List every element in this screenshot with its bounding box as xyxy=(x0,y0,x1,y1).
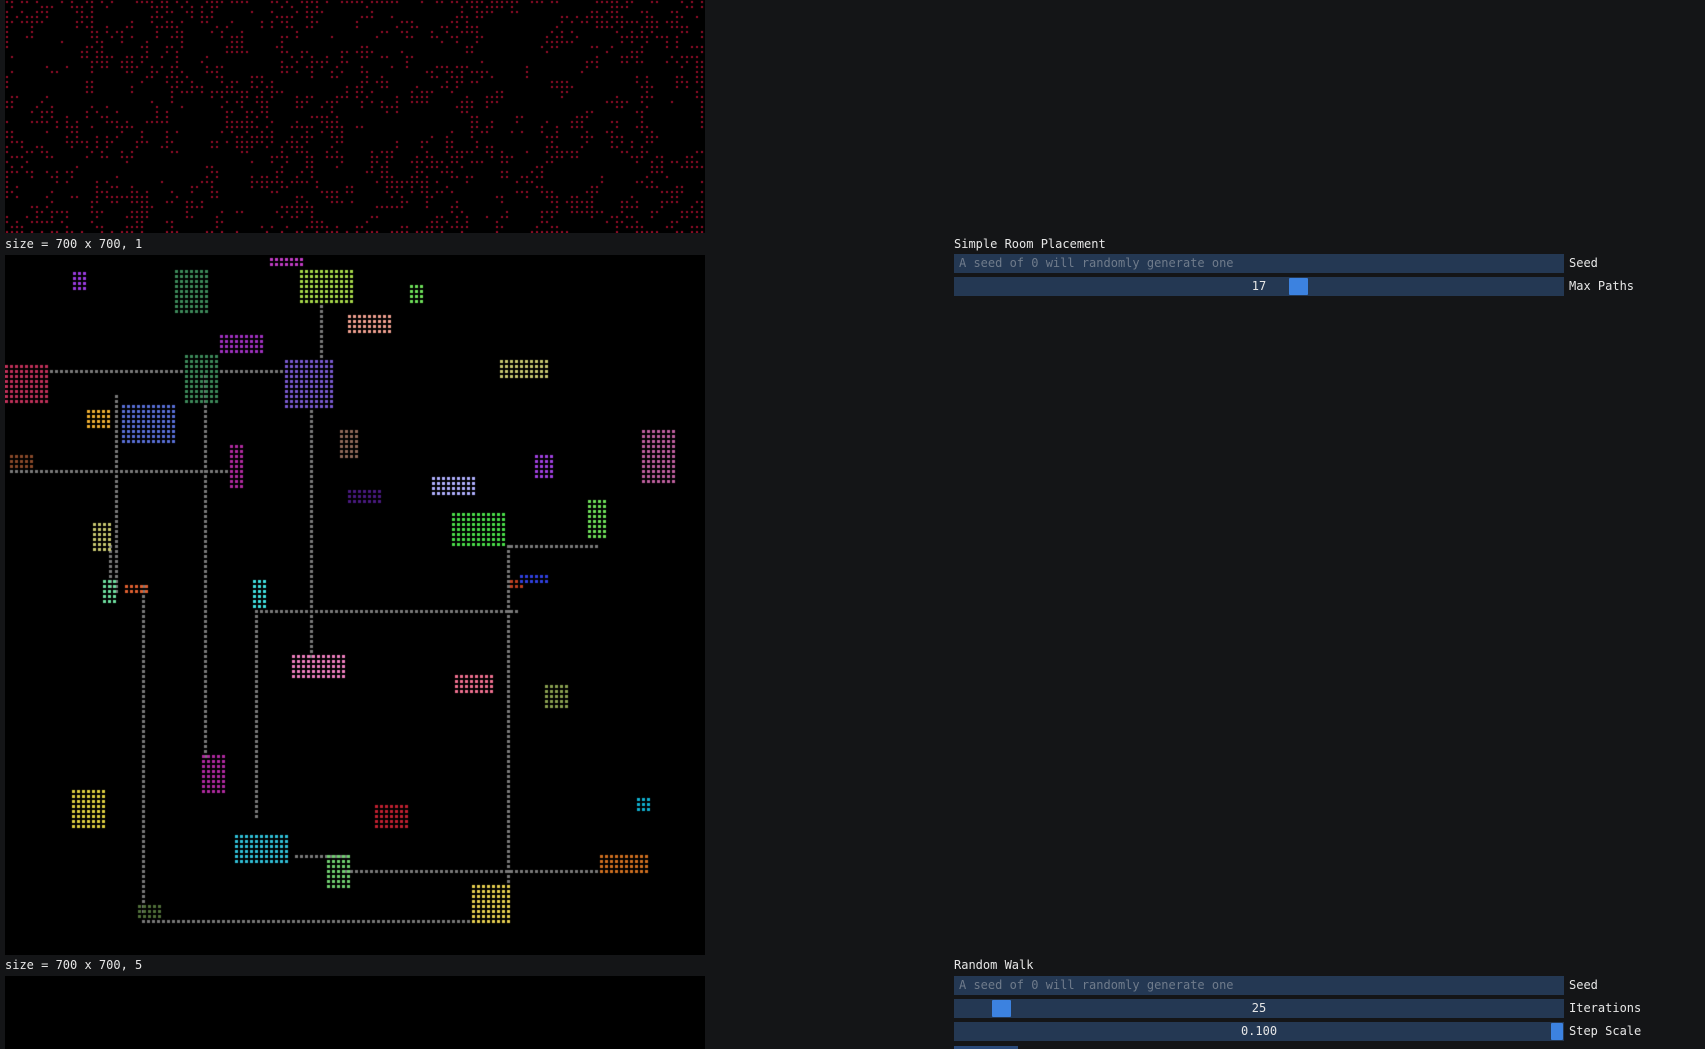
seed-placeholder: A seed of 0 will randomly generate one xyxy=(959,978,1234,992)
random-walk-canvas xyxy=(5,976,705,1049)
iterations-slider[interactable]: 25 xyxy=(954,999,1564,1018)
walk-canvas-panel xyxy=(5,976,705,1049)
random-walk-seed-label: Seed xyxy=(1569,978,1598,992)
iterations-grab[interactable] xyxy=(992,1000,1011,1017)
cave-canvas-panel xyxy=(5,0,705,233)
step-scale-value: 0.100 xyxy=(1240,1024,1278,1038)
random-walk-seed-input[interactable]: A seed of 0 will randomly generate one xyxy=(954,976,1564,995)
random-walk-title: Random Walk xyxy=(954,958,1034,972)
max-paths-label: Max Paths xyxy=(1569,279,1635,293)
step-scale-slider[interactable]: 0.100 xyxy=(954,1022,1564,1041)
max-paths-grab[interactable] xyxy=(1289,278,1308,295)
simple-room-seed-input[interactable]: A seed of 0 will randomly generate one xyxy=(954,254,1564,273)
simple-room-seed-label: Seed xyxy=(1569,256,1598,270)
rooms-size-label: size = 700 x 700, 1 xyxy=(5,237,143,251)
max-paths-value: 17 xyxy=(1251,279,1267,293)
walk-size-label: size = 700 x 700, 5 xyxy=(5,958,143,972)
rooms-canvas-panel xyxy=(5,255,705,955)
step-scale-label: Step Scale xyxy=(1569,1024,1642,1038)
max-paths-slider[interactable]: 17 xyxy=(954,277,1564,296)
seed-placeholder: A seed of 0 will randomly generate one xyxy=(959,256,1234,270)
iterations-label: Iterations xyxy=(1569,1001,1642,1015)
step-scale-grab[interactable] xyxy=(1551,1023,1563,1040)
cave-noise-canvas xyxy=(5,0,705,233)
iterations-value: 25 xyxy=(1251,1001,1267,1015)
simple-room-title: Simple Room Placement xyxy=(954,237,1106,251)
room-placement-canvas xyxy=(5,255,705,955)
